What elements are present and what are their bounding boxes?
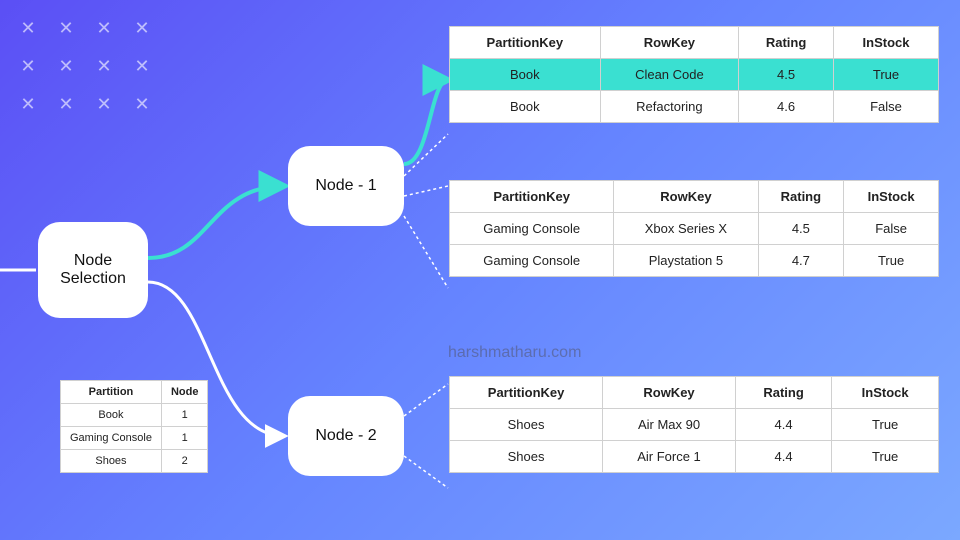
node-selection-label: Node Selection <box>52 252 134 288</box>
table-header-row: Partition Node <box>61 381 208 404</box>
table-row-highlighted: Book Clean Code 4.5 True <box>450 59 939 91</box>
table-row: Gaming Console 1 <box>61 427 208 450</box>
table-header-row: PartitionKey RowKey Rating InStock <box>450 27 939 59</box>
table-row: Book Refactoring 4.6 False <box>450 91 939 123</box>
shoes-data-table: PartitionKey RowKey Rating InStock Shoes… <box>449 376 939 473</box>
node-1-label: Node - 1 <box>315 177 376 195</box>
table-header-row: PartitionKey RowKey Rating InStock <box>450 181 939 213</box>
console-data-table: PartitionKey RowKey Rating InStock Gamin… <box>449 180 939 277</box>
table-row: Shoes 2 <box>61 450 208 473</box>
watermark-text: harshmatharu.com <box>448 344 581 362</box>
node-2-box: Node - 2 <box>288 396 404 476</box>
col-node: Node <box>161 381 208 404</box>
table-row: Gaming Console Playstation 5 4.7 True <box>450 245 939 277</box>
node-1-box: Node - 1 <box>288 146 404 226</box>
table-header-row: PartitionKey RowKey Rating InStock <box>450 377 939 409</box>
book-data-table: PartitionKey RowKey Rating InStock Book … <box>449 26 939 123</box>
col-partition: Partition <box>61 381 162 404</box>
node-selection-box: Node Selection <box>38 222 148 318</box>
node-2-label: Node - 2 <box>315 427 376 445</box>
table-row: Shoes Air Max 90 4.4 True <box>450 409 939 441</box>
table-row: Book 1 <box>61 404 208 427</box>
partition-map-table: Partition Node Book 1 Gaming Console 1 S… <box>60 380 208 473</box>
decorative-x-pattern: ✕✕✕✕ ✕✕✕✕ ✕✕✕✕ <box>14 14 156 118</box>
table-row: Gaming Console Xbox Series X 4.5 False <box>450 213 939 245</box>
table-row: Shoes Air Force 1 4.4 True <box>450 441 939 473</box>
